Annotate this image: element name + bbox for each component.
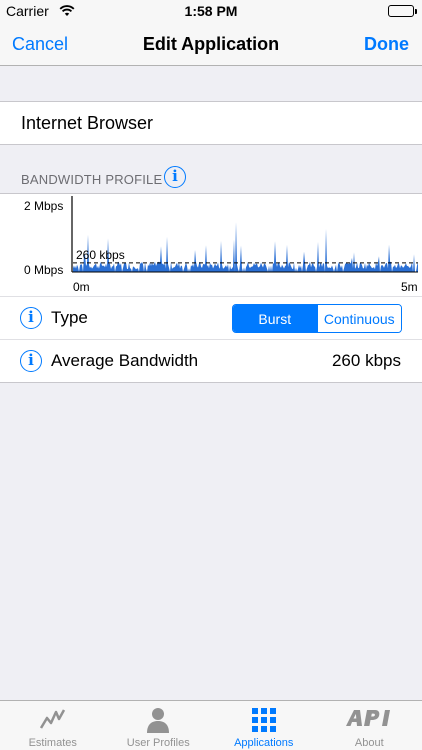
type-row: i Type Burst Continuous: [0, 296, 422, 340]
average-bandwidth-row[interactable]: i Average Bandwidth 260 kbps: [0, 339, 422, 383]
segment-continuous[interactable]: Continuous: [316, 305, 401, 332]
x-tick-label-end: 5m: [401, 280, 418, 294]
reference-line-label: 260 kbps: [76, 248, 125, 262]
tab-label: Estimates: [28, 737, 77, 749]
grid-icon: [250, 706, 278, 739]
chart-line-icon: [39, 706, 67, 737]
x-tick-label-start: 0m: [73, 280, 90, 294]
y-tick-label-min: 0 Mbps: [24, 263, 63, 277]
bandwidth-trace: [73, 222, 418, 272]
tab-bar: Estimates User Profiles Applications Abo…: [0, 700, 422, 750]
bandwidth-chart: 2 Mbps 0 Mbps 0m 5m 260 kbps: [24, 196, 418, 294]
segment-burst[interactable]: Burst: [233, 305, 317, 332]
tab-about[interactable]: About: [317, 701, 422, 750]
y-tick-label-max: 2 Mbps: [24, 199, 63, 213]
bandwidth-profile-card: 2 Mbps 0 Mbps 0m 5m 260 kbps i Type Burs…: [0, 193, 422, 383]
clock: 1:58 PM: [184, 3, 238, 19]
type-info-icon[interactable]: i: [20, 307, 42, 329]
tab-label: About: [354, 737, 384, 749]
chart-series: [73, 222, 418, 272]
person-icon: [144, 706, 172, 739]
tab-user-profiles[interactable]: User Profiles: [106, 701, 212, 750]
navigation-bar: Cancel Edit Application Done: [0, 22, 422, 66]
tab-label: Applications: [234, 737, 294, 749]
tab-applications[interactable]: Applications: [211, 701, 317, 750]
done-button[interactable]: Done: [364, 34, 409, 55]
page-title: Edit Application: [142, 34, 280, 54]
average-bandwidth-info-icon[interactable]: i: [20, 350, 42, 372]
tab-label: User Profiles: [126, 737, 190, 749]
app-name-input[interactable]: [21, 102, 401, 144]
app-name-cell: [0, 101, 422, 145]
average-bandwidth-value: 260 kbps: [332, 351, 401, 371]
info-icon[interactable]: i: [164, 166, 186, 188]
tab-estimates[interactable]: Estimates: [0, 701, 106, 750]
battery-icon: [388, 5, 417, 17]
average-bandwidth-number: 260: [331, 351, 361, 370]
average-bandwidth-label: Average Bandwidth: [51, 351, 199, 370]
average-bandwidth-unit: kbps: [365, 351, 401, 370]
type-segmented-control: Burst Continuous: [232, 304, 402, 333]
api-logo-icon: [344, 706, 394, 735]
status-bar: Carrier 1:58 PM: [0, 0, 422, 22]
type-label: Type: [51, 308, 88, 327]
bandwidth-profile-header: BANDWIDTH PROFILE: [21, 172, 163, 187]
